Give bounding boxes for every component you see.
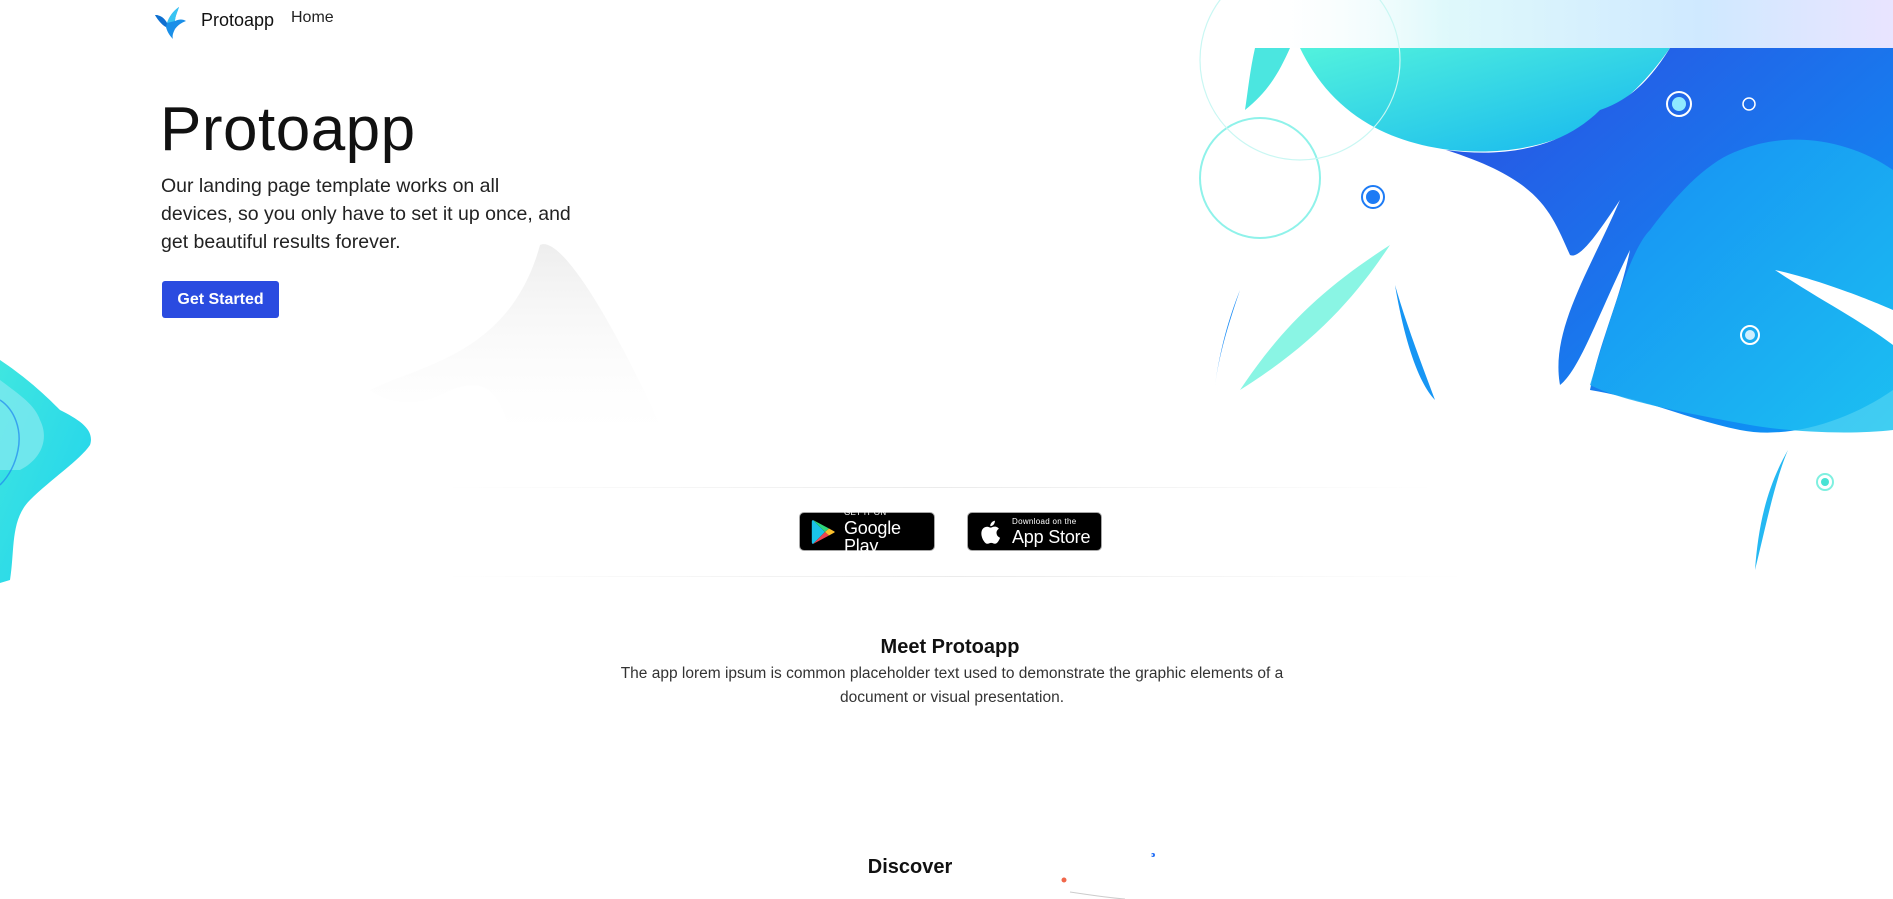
left-illustration [0,360,91,583]
brand-name[interactable]: Protoapp [201,10,274,31]
nav-home-link[interactable]: Home [291,9,334,27]
app-store-small-label: Download on the [1012,516,1077,526]
meet-section-title: Meet Protoapp [880,636,1020,658]
app-store-button[interactable]: Download on the App Store [967,512,1102,551]
google-play-small-label: GET IT ON [844,507,887,517]
get-started-button[interactable]: Get Started [162,281,279,318]
discover-section-title: Discover [867,856,953,878]
divider-top [440,487,1440,488]
google-play-button[interactable]: GET IT ON Google Play [799,507,935,555]
meet-section-text: The app lorem ipsum is common placeholde… [620,665,1284,706]
google-play-big-label: Google Play [844,517,901,556]
logo-bird-icon[interactable] [153,5,187,39]
hero-title: Protoapp [160,95,416,164]
divider-bottom [440,576,1470,577]
apple-icon [981,520,1001,544]
hero-illustration [1199,0,1893,570]
background-blob-shape [370,244,660,435]
hero-subtitle: Our landing page template works on all d… [161,175,571,253]
app-store-big-label: App Store [1012,526,1091,547]
google-play-icon [811,519,835,544]
